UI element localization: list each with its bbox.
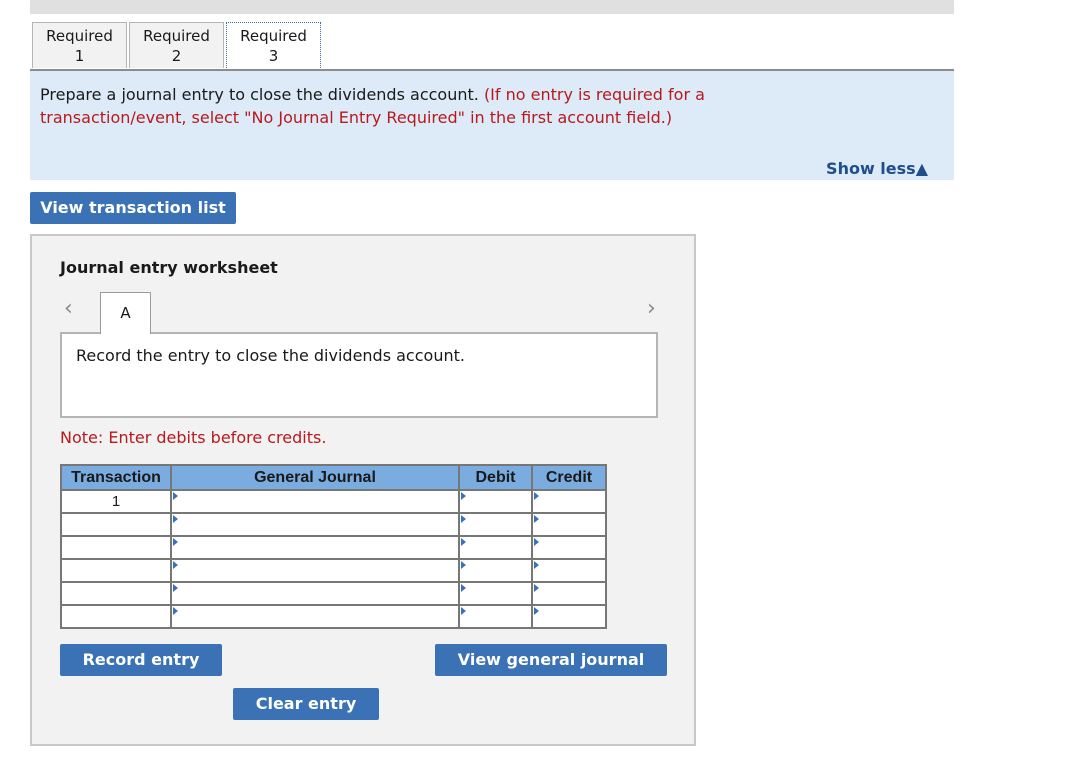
table-row	[60, 581, 607, 606]
debit-cell[interactable]	[458, 535, 533, 560]
journal-table: Transaction General Journal Debit Credit…	[60, 464, 607, 629]
table-row	[60, 604, 607, 629]
chevron-right-icon[interactable]: ›	[647, 296, 656, 321]
account-cell[interactable]	[170, 604, 460, 629]
table-row	[60, 558, 607, 583]
entry-tab-a[interactable]: A	[100, 292, 151, 334]
transaction-cell	[60, 604, 172, 629]
tab-required-2[interactable]: Required 2	[129, 22, 224, 68]
table-row	[60, 535, 607, 560]
dropdown-marker-icon	[534, 538, 539, 546]
tab-required-3[interactable]: Required 3	[226, 22, 321, 68]
dropdown-marker-icon	[534, 607, 539, 615]
debits-note: Note: Enter debits before credits.	[60, 428, 327, 447]
journal-entry-worksheet: Journal entry worksheet ‹ › A Record the…	[30, 234, 696, 746]
entry-description-box: Record the entry to close the dividends …	[60, 332, 658, 418]
dropdown-marker-icon	[461, 584, 466, 592]
dropdown-marker-icon	[461, 561, 466, 569]
tab-number: 1	[74, 47, 85, 65]
credit-cell[interactable]	[531, 581, 607, 606]
account-cell[interactable]	[170, 535, 460, 560]
transaction-cell	[60, 581, 172, 606]
dropdown-marker-icon	[173, 607, 178, 615]
dropdown-marker-icon	[173, 515, 178, 523]
dropdown-marker-icon	[173, 492, 178, 500]
tab-label: Required	[240, 27, 307, 45]
debit-cell[interactable]	[458, 581, 533, 606]
tab-label: Required	[143, 27, 210, 45]
show-less-label: Show less	[826, 159, 916, 178]
header-transaction: Transaction	[60, 464, 172, 491]
dropdown-marker-icon	[534, 492, 539, 500]
dropdown-marker-icon	[173, 584, 178, 592]
table-header-row: Transaction General Journal Debit Credit	[60, 464, 607, 491]
required-tabs: Required 1 Required 2 Required 3	[32, 22, 323, 70]
credit-cell[interactable]	[531, 604, 607, 629]
record-entry-button[interactable]: Record entry	[60, 644, 222, 676]
show-less-link[interactable]: Show less▲	[826, 159, 928, 178]
clear-entry-button[interactable]: Clear entry	[233, 688, 379, 720]
instructions-main: Prepare a journal entry to close the div…	[40, 85, 479, 104]
debit-cell[interactable]	[458, 558, 533, 583]
instructions-panel: Prepare a journal entry to close the div…	[30, 69, 954, 180]
dropdown-marker-icon	[534, 515, 539, 523]
debit-cell[interactable]	[458, 489, 533, 514]
account-cell[interactable]	[170, 558, 460, 583]
transaction-cell	[60, 558, 172, 583]
debit-cell[interactable]	[458, 512, 533, 537]
account-cell[interactable]	[170, 489, 460, 514]
account-cell[interactable]	[170, 512, 460, 537]
dropdown-marker-icon	[461, 538, 466, 546]
view-general-journal-button[interactable]: View general journal	[435, 644, 667, 676]
chevron-left-icon[interactable]: ‹	[64, 296, 73, 321]
top-bar	[30, 0, 954, 14]
credit-cell[interactable]	[531, 512, 607, 537]
header-debit: Debit	[458, 464, 533, 491]
tab-required-1[interactable]: Required 1	[32, 22, 127, 68]
credit-cell[interactable]	[531, 558, 607, 583]
transaction-cell: 1	[60, 489, 172, 514]
account-cell[interactable]	[170, 581, 460, 606]
entry-description: Record the entry to close the dividends …	[76, 346, 465, 365]
dropdown-marker-icon	[461, 607, 466, 615]
dropdown-marker-icon	[461, 492, 466, 500]
tab-number: 2	[171, 47, 182, 65]
dropdown-marker-icon	[173, 561, 178, 569]
dropdown-marker-icon	[534, 584, 539, 592]
transaction-cell	[60, 512, 172, 537]
worksheet-title: Journal entry worksheet	[60, 258, 278, 277]
view-transaction-list-button[interactable]: View transaction list	[30, 192, 236, 224]
header-general-journal: General Journal	[170, 464, 460, 491]
dropdown-marker-icon	[173, 538, 178, 546]
dropdown-marker-icon	[461, 515, 466, 523]
credit-cell[interactable]	[531, 489, 607, 514]
tab-number: 3	[268, 47, 279, 65]
header-credit: Credit	[531, 464, 607, 491]
instructions-text: Prepare a journal entry to close the div…	[40, 83, 820, 129]
triangle-up-icon: ▲	[915, 159, 928, 178]
table-row: 1	[60, 489, 607, 514]
transaction-cell	[60, 535, 172, 560]
dropdown-marker-icon	[534, 561, 539, 569]
credit-cell[interactable]	[531, 535, 607, 560]
debit-cell[interactable]	[458, 604, 533, 629]
tab-label: Required	[46, 27, 113, 45]
table-row	[60, 512, 607, 537]
